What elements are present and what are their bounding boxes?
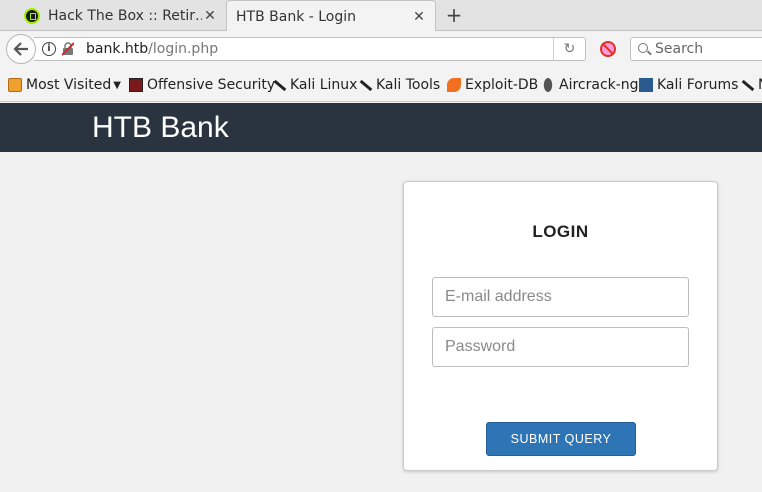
kali-icon	[740, 78, 754, 92]
tab-close-icon[interactable]: ✕	[202, 8, 218, 24]
exploitdb-icon	[447, 78, 461, 92]
site-brand[interactable]: HTB Bank	[92, 111, 229, 145]
navigation-bar: i bank.htb/login.php ↻ Search	[0, 31, 762, 67]
bookmark-label: Kali Forums	[657, 77, 739, 93]
offsec-icon	[129, 78, 143, 92]
url-host: bank.htb	[86, 41, 149, 57]
page-content: HTB Bank LOGIN SUBMIT QUERY	[0, 103, 762, 492]
back-arrow-icon	[13, 42, 28, 56]
search-placeholder: Search	[655, 41, 704, 57]
bookmarks-toolbar: Most Visited ▼ Offensive Security Kali L…	[0, 67, 762, 102]
url-bar[interactable]: i bank.htb/login.php ↻	[34, 37, 586, 61]
insecure-lock-icon[interactable]	[62, 42, 74, 56]
site-header: HTB Bank	[0, 103, 762, 152]
bookmark-label: N	[758, 77, 762, 93]
tab-close-icon[interactable]: ✕	[411, 9, 427, 25]
tab-strip: Hack The Box :: Retir… ✕ HTB Bank - Logi…	[0, 0, 762, 32]
bookmark-kali-forums[interactable]: Kali Forums	[639, 75, 738, 95]
bookmark-offensive-security[interactable]: Offensive Security	[129, 75, 275, 95]
bookmark-most-visited[interactable]: Most Visited ▼	[8, 75, 121, 95]
login-card: LOGIN SUBMIT QUERY	[403, 181, 718, 471]
new-tab-button[interactable]: +	[444, 3, 464, 27]
bookmark-label: Kali Linux	[290, 77, 358, 93]
forums-icon	[639, 78, 653, 92]
submit-button[interactable]: SUBMIT QUERY	[486, 422, 636, 456]
login-title: LOGIN	[532, 222, 589, 241]
search-icon	[638, 43, 648, 53]
noscript-icon[interactable]	[600, 41, 616, 57]
folder-icon	[8, 78, 22, 92]
bookmark-label: Offensive Security	[147, 77, 276, 93]
tab-hackthebox[interactable]: Hack The Box :: Retir… ✕	[18, 0, 226, 31]
bookmark-kali-tools[interactable]: Kali Tools	[358, 75, 440, 95]
chevron-down-icon: ▼	[113, 79, 121, 91]
password-field[interactable]	[432, 327, 689, 367]
back-button[interactable]	[6, 34, 36, 64]
tab-htb-bank[interactable]: HTB Bank - Login ✕	[226, 0, 436, 32]
bookmark-overflow[interactable]: N	[740, 75, 762, 95]
search-box[interactable]: Search	[630, 37, 762, 61]
aircrack-icon	[542, 75, 554, 95]
bookmark-exploit-db[interactable]: Exploit-DB	[447, 75, 538, 95]
tab-title: HTB Bank - Login	[236, 8, 357, 25]
bookmark-label: Exploit-DB	[465, 77, 539, 93]
bookmark-label: Kali Tools	[376, 77, 441, 93]
email-field[interactable]	[432, 277, 689, 317]
url-text[interactable]: bank.htb/login.php	[86, 41, 218, 57]
bookmark-kali-linux[interactable]: Kali Linux	[272, 75, 357, 95]
bookmark-aircrack-ng[interactable]: Aircrack-ng	[541, 75, 639, 95]
bookmark-label: Aircrack-ng	[559, 77, 639, 93]
url-path: /login.php	[148, 41, 219, 57]
tab-title: Hack The Box :: Retir…	[48, 7, 202, 24]
info-icon[interactable]: i	[42, 42, 56, 56]
hackthebox-favicon-icon	[24, 7, 40, 24]
bookmark-label: Most Visited	[26, 77, 112, 93]
reload-icon[interactable]: ↻	[553, 38, 585, 60]
kali-icon	[358, 78, 372, 92]
kali-icon	[272, 78, 286, 92]
